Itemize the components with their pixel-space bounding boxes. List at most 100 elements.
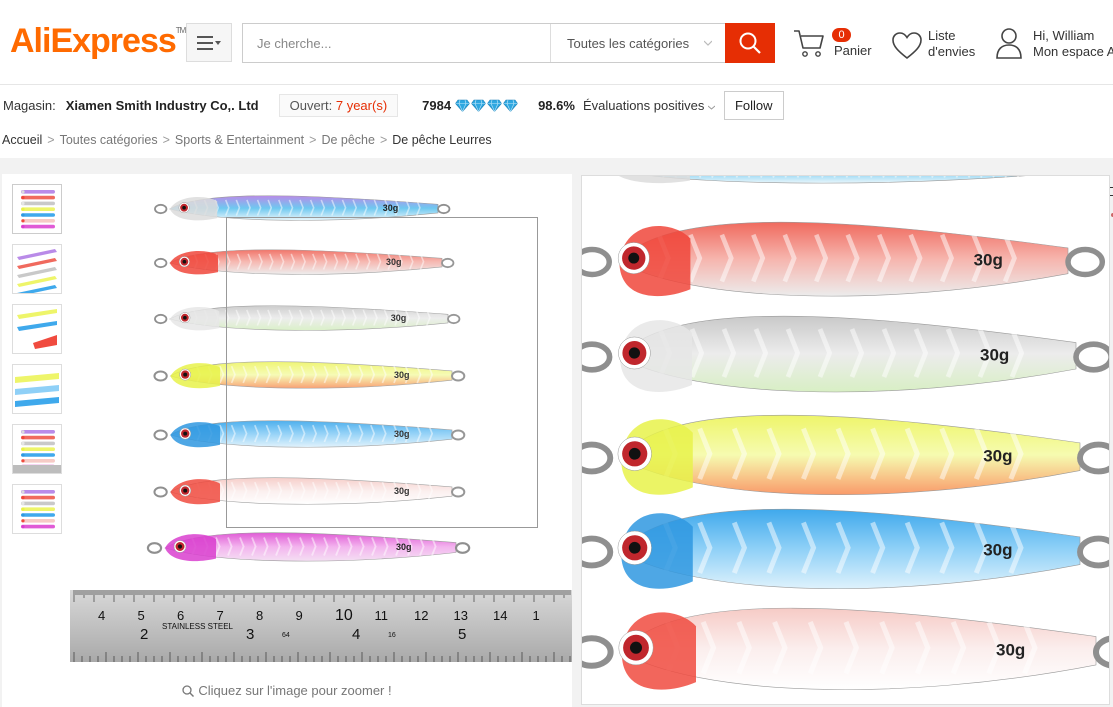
category-dropdown-label: Toutes les catégories — [567, 35, 690, 51]
ruler-number: 9 — [296, 608, 303, 623]
fishing-lure — [619, 176, 1026, 184]
product-thumbnail[interactable] — [12, 304, 62, 354]
category-menu-button[interactable] — [186, 23, 232, 62]
store-bar: Magasin: Xiamen Smith Industry Co,. Ltd … — [0, 86, 1113, 124]
positive-feedback-percent: 98.6% — [538, 97, 575, 113]
product-thumbnail[interactable] — [12, 184, 62, 234]
zoom-hint-text: Cliquez sur l'image pour zoomer ! — [198, 683, 392, 698]
lure-weight-label: 30g — [980, 345, 1009, 364]
ruler-number: 3 — [246, 626, 254, 643]
breadcrumb-separator: > — [379, 133, 388, 147]
ruler-number: 5 — [138, 608, 145, 623]
store-open-years: 7 year(s) — [335, 97, 388, 113]
fishing-lure: 30g — [582, 221, 1106, 297]
thumbnail-image — [15, 373, 59, 407]
store-name-link[interactable]: Xiamen Smith Industry Co,. Ltd — [66, 98, 259, 113]
logo-text: AliExpress — [10, 22, 177, 60]
ruler-number: 6 — [177, 608, 184, 623]
cart-icon — [794, 30, 824, 57]
zoom-lens[interactable] — [226, 217, 538, 528]
ruler-number: 2 — [140, 626, 148, 643]
breadcrumb-item[interactable]: De pêche — [321, 133, 375, 147]
cart-count-badge: 0 — [832, 28, 851, 42]
search-button[interactable] — [725, 23, 775, 63]
diamond-icon — [487, 99, 502, 112]
chevron-down-icon — [707, 105, 716, 110]
ruler-number: 14 — [493, 608, 507, 623]
ruler-number: 1 — [533, 608, 540, 623]
ruler-number: 7 — [217, 608, 224, 623]
positive-feedback-dropdown[interactable]: Évaluations positives — [582, 97, 716, 113]
thumbnail-image — [17, 309, 57, 349]
breadcrumb: Accueil > Toutes catégories > Sports & Enter… — [2, 133, 492, 147]
product-thumbnail[interactable] — [12, 244, 62, 294]
search-icon — [739, 32, 761, 54]
lure-weight-label: 30g — [996, 640, 1025, 659]
ruler-brand: STAINLESS STEEL — [162, 622, 234, 631]
thumbnail-image — [17, 249, 57, 293]
ruler-number: 13 — [454, 608, 468, 623]
fishing-lure: 30g — [582, 607, 1109, 690]
store-diamond-rating — [455, 99, 518, 112]
breadcrumb-item[interactable]: Sports & Entertainment — [175, 133, 304, 147]
wishlist-label: Liste d'envies — [928, 28, 975, 60]
fishing-lure: 30g — [582, 414, 1109, 495]
user-icon — [996, 28, 1022, 59]
ruler-number: 5 — [458, 626, 466, 643]
store-open-prefix: Ouvert: — [289, 97, 336, 113]
breadcrumb-item[interactable]: Accueil — [2, 133, 42, 147]
diamond-icon — [455, 99, 470, 112]
hamburger-icon — [197, 35, 221, 50]
store-score: 7984 — [422, 97, 452, 113]
account-space: Mon espace A — [1033, 44, 1113, 59]
breadcrumb-separator: > — [47, 133, 55, 147]
ruler-mark-small: 64 — [282, 632, 290, 639]
fishing-lure: 30g — [582, 508, 1109, 589]
follow-store-button[interactable]: Follow — [723, 90, 784, 120]
wishlist-label-line2: d'envies — [928, 44, 976, 59]
breadcrumb-separator: > — [162, 133, 170, 147]
chevron-down-icon — [704, 40, 712, 46]
lure-weight-label: 30g — [396, 542, 412, 552]
diamond-icon — [503, 99, 518, 112]
site-header: AliExpressTM Toutes les catégories 0 Pan… — [0, 0, 1113, 85]
thumbnail-list — [12, 184, 64, 544]
zoom-preview-panel: 30g 30g 30g 30g 30g — [581, 175, 1110, 705]
product-gallery: 30g 30g 30g 30g 30g 30g 30g STAINLESS STEEL 45… — [2, 174, 572, 707]
fishing-lure: 30g — [582, 315, 1109, 393]
store-open-badge: Ouvert: 7 year(s) — [278, 93, 399, 117]
store-label: Magasin: — [3, 97, 56, 113]
lure-weight-label: 30g — [983, 540, 1012, 559]
category-dropdown[interactable]: Toutes les catégories — [550, 24, 726, 62]
wishlist-label-line1: Liste — [928, 28, 956, 43]
positive-feedback-label: Évaluations positives — [582, 97, 705, 113]
search-input[interactable] — [243, 24, 550, 62]
account-label: Hi, William Mon espace A — [1033, 28, 1113, 60]
breadcrumb-item[interactable]: Toutes catégories — [60, 133, 158, 147]
main-product-image[interactable]: 30g 30g 30g 30g 30g 30g 30g STAINLESS STEEL 45… — [70, 174, 572, 679]
ruler-number: 10 — [335, 607, 353, 624]
lure-weight-label: 30g — [383, 203, 399, 213]
magnifier-icon — [182, 685, 195, 697]
zoom-hint: Cliquez sur l'image pour zoomer ! — [2, 683, 572, 698]
heart-icon — [892, 32, 922, 60]
product-thumbnail[interactable] — [12, 364, 62, 414]
breadcrumb-item[interactable]: De pêche Leurres — [392, 133, 491, 147]
lure-weight-label: 30g — [974, 250, 1003, 269]
ruler-number: 4 — [352, 626, 360, 643]
ruler-number: 8 — [256, 608, 263, 623]
ruler-number: 12 — [414, 608, 428, 623]
cart-label: Panier — [834, 43, 872, 58]
wishlist-link[interactable]: Liste d'envies — [892, 28, 987, 68]
product-thumbnail[interactable] — [12, 424, 62, 474]
zoomed-lures-image: 30g 30g 30g 30g 30g — [582, 176, 1109, 690]
diamond-icon — [471, 99, 486, 112]
thumbnail-image — [21, 490, 55, 529]
ruler-mark-small: 16 — [388, 632, 396, 639]
product-thumbnail[interactable] — [12, 484, 62, 534]
aliexpress-logo[interactable]: AliExpressTM — [10, 22, 186, 61]
steel-ruler: STAINLESS STEEL 4 5 6 7 8 9 10 11 12 13 14 1 2 3 4 5 6… — [70, 590, 572, 662]
account-link[interactable]: Hi, William Mon espace A — [995, 26, 1113, 66]
cart-link[interactable]: 0 Panier — [793, 26, 883, 66]
ruler-number: 4 — [98, 608, 105, 623]
